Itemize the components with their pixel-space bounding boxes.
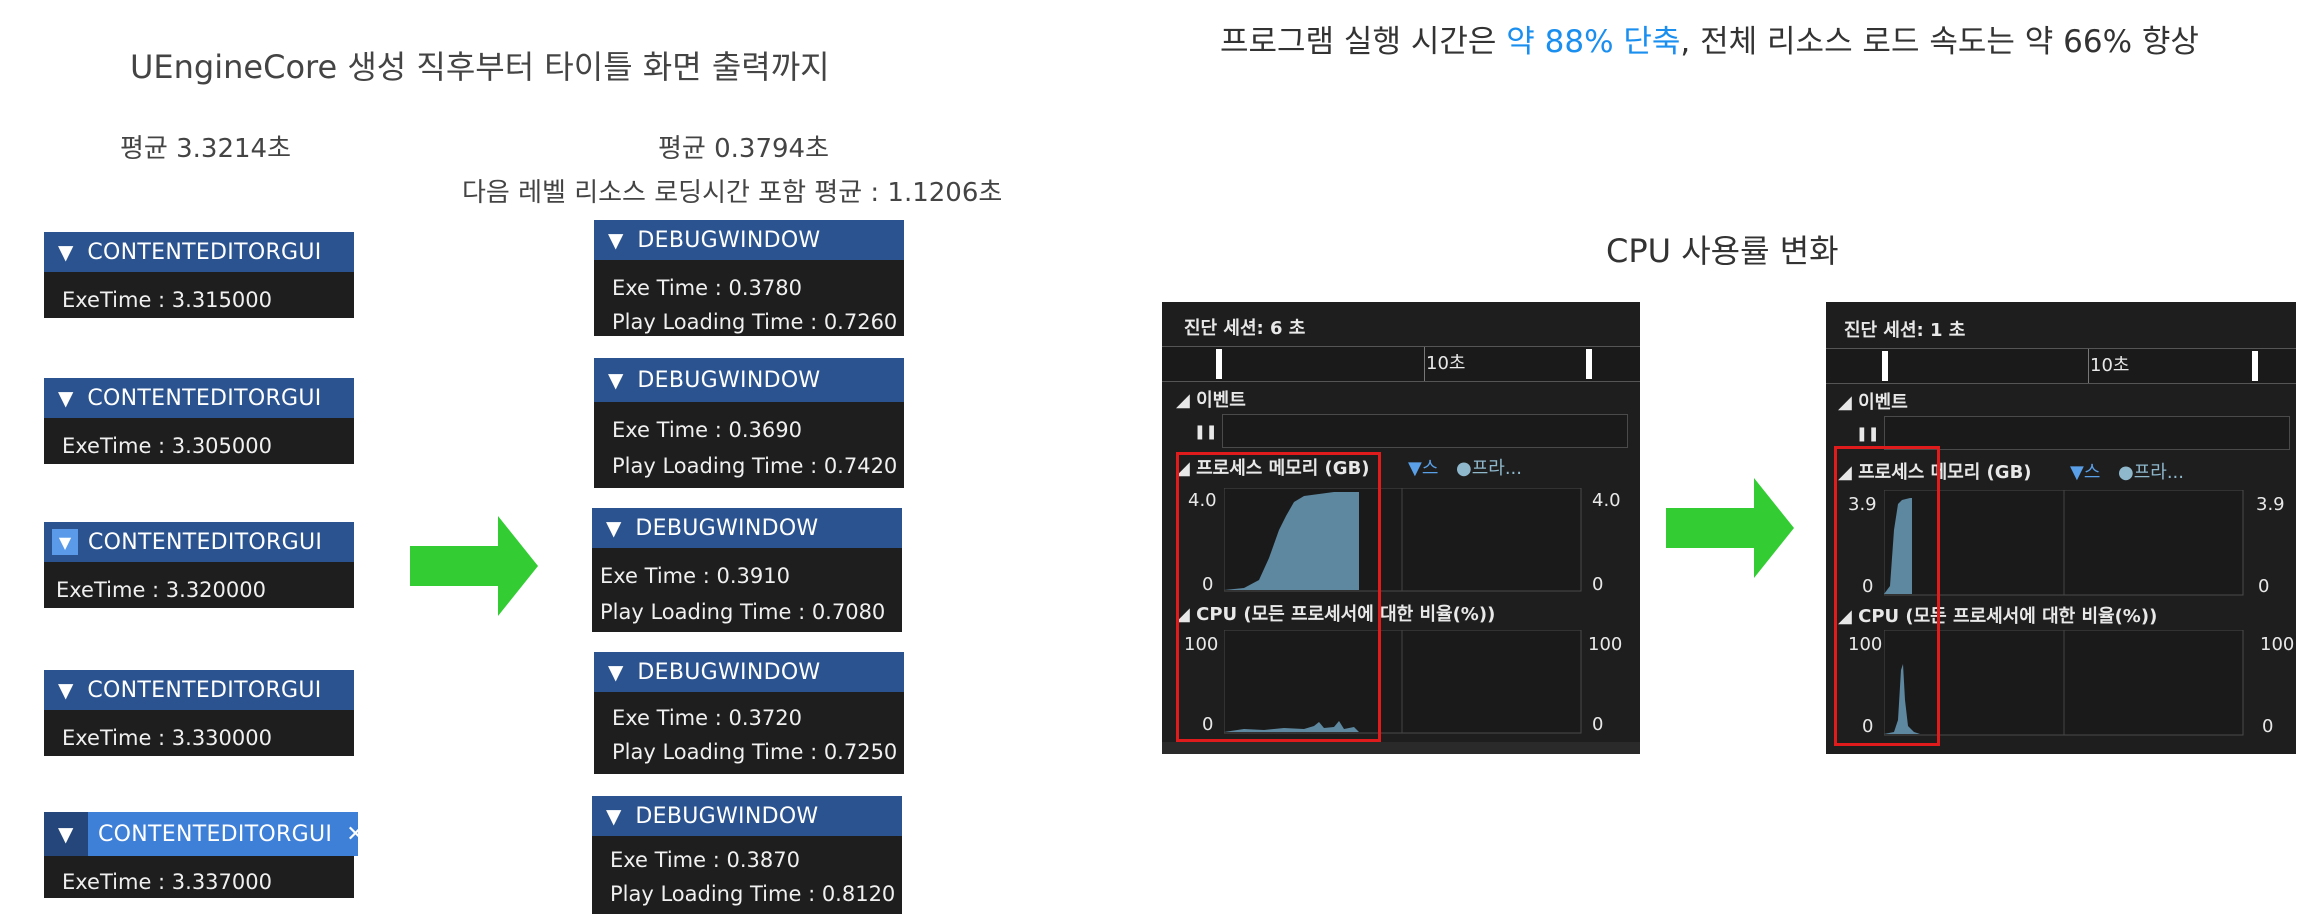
- pause-icon[interactable]: ❚❚: [1856, 426, 1879, 442]
- window-titlebar[interactable]: ▼ CONTENTEDITORGUI: [44, 522, 354, 562]
- headline-highlight: 약 88% 단축: [1506, 24, 1681, 60]
- ruler-tick-label: 10초: [2090, 355, 2130, 376]
- before-window-1: ▼ CONTENTEDITORGUI ExeTime : 3.315000: [44, 232, 354, 318]
- after-window-1: ▼ DEBUGWINDOW Exe Time : 0.3780 Play Loa…: [594, 220, 904, 336]
- window-title: CONTENTEDITORGUI: [88, 529, 323, 555]
- ruler-tick-label: 10초: [1426, 353, 1466, 374]
- events-track: [1222, 414, 1628, 448]
- window-titlebar[interactable]: ▼ CONTENTEDITORGUI: [44, 232, 354, 272]
- timeline-handle-start[interactable]: [1882, 351, 1888, 381]
- after-loading-note: 다음 레벨 리소스 로딩시간 포함 평균 : 1.1206초: [462, 178, 1003, 208]
- exe-time: ExeTime : 3.330000: [62, 726, 272, 750]
- play-loading-time: Play Loading Time : 0.8120: [610, 882, 896, 906]
- after-window-2: ▼ DEBUGWINDOW Exe Time : 0.3690 Play Loa…: [594, 358, 904, 488]
- collapse-icon[interactable]: ▼: [58, 386, 73, 410]
- headline: 프로그램 실행 시간은 약 88% 단축, 전체 리소스 로드 속도는 약 66…: [1220, 16, 2199, 61]
- events-track: [1884, 416, 2290, 450]
- collapse-icon[interactable]: ▼: [608, 228, 623, 252]
- exe-time: ExeTime : 3.337000: [62, 870, 272, 894]
- play-loading-time: Play Loading Time : 0.7250: [612, 740, 898, 764]
- window-titlebar[interactable]: ▼ CONTENTEDITORGUI ✕: [44, 812, 365, 856]
- mem-axis-min-right: 0: [2258, 576, 2270, 597]
- timeline-handle-end[interactable]: [1586, 349, 1592, 379]
- after-window-4: ▼ DEBUGWINDOW Exe Time : 0.3720 Play Loa…: [594, 652, 904, 774]
- events-section[interactable]: ◢ 이벤트: [1176, 386, 1246, 412]
- cpu-axis-max-right: 100: [2260, 634, 2295, 655]
- after-average: 평균 0.3794초: [658, 134, 829, 164]
- window-titlebar[interactable]: ▼ CONTENTEDITORGUI: [44, 670, 354, 710]
- before-window-3: ▼ CONTENTEDITORGUI ExeTime : 3.320000: [44, 522, 354, 608]
- close-icon[interactable]: ✕: [346, 822, 364, 847]
- cpu-axis-max-right: 100: [1588, 634, 1623, 655]
- headline-prefix: 프로그램 실행 시간은: [1220, 24, 1507, 60]
- play-loading-time: Play Loading Time : 0.7080: [600, 600, 886, 624]
- collapse-icon[interactable]: ▼: [58, 240, 73, 264]
- session-label: 진단 세션: 1 초: [1844, 320, 1966, 341]
- collapse-icon[interactable]: ▼: [608, 368, 623, 392]
- arrow-right-icon: [410, 516, 538, 616]
- highlight-frame-before: [1176, 452, 1381, 742]
- after-window-3: ▼ DEBUGWINDOW Exe Time : 0.3910 Play Loa…: [592, 508, 902, 632]
- window-title: DEBUGWINDOW: [637, 659, 821, 685]
- collapse-icon[interactable]: ▼: [606, 516, 621, 540]
- exe-time: ExeTime : 3.315000: [62, 288, 272, 312]
- before-window-2: ▼ CONTENTEDITORGUI ExeTime : 3.305000: [44, 378, 354, 464]
- arrow-right-icon: [1666, 478, 1794, 578]
- window-title: CONTENTEDITORGUI: [98, 821, 333, 847]
- window-titlebar[interactable]: ▼ DEBUGWINDOW: [594, 220, 904, 260]
- mem-axis-min-right: 0: [1592, 574, 1604, 595]
- horizontal-scrollbar[interactable]: [1162, 742, 1640, 754]
- before-average: 평균 3.3214초: [120, 134, 291, 164]
- collapse-icon[interactable]: ▼: [608, 660, 623, 684]
- headline-suffix: , 전체 리소스 로드 속도는 약 66% 향상: [1680, 24, 2199, 60]
- comparison-title: UEngineCore 생성 직후부터 타이틀 화면 출력까지: [130, 48, 830, 86]
- window-titlebar[interactable]: ▼ DEBUGWINDOW: [592, 508, 902, 548]
- active-tab[interactable]: CONTENTEDITORGUI ✕: [88, 812, 365, 856]
- legend-private[interactable]: ●프라...: [2118, 458, 2184, 484]
- window-titlebar[interactable]: ▼ DEBUGWINDOW: [592, 796, 902, 836]
- exe-time: Exe Time : 0.3870: [610, 848, 800, 872]
- exe-time: Exe Time : 0.3720: [612, 706, 802, 730]
- timeline-handle-start[interactable]: [1216, 349, 1222, 379]
- play-loading-time: Play Loading Time : 0.7260: [612, 310, 898, 334]
- cpu-axis-min-right: 0: [2262, 716, 2274, 737]
- exe-time: ExeTime : 3.305000: [62, 434, 272, 458]
- collapse-icon[interactable]: ▼: [606, 804, 621, 828]
- exe-time: Exe Time : 0.3690: [612, 418, 802, 442]
- collapse-icon[interactable]: ▼: [58, 822, 73, 846]
- pause-icon[interactable]: ❚❚: [1194, 424, 1217, 440]
- window-title: CONTENTEDITORGUI: [87, 677, 322, 703]
- timeline-ruler[interactable]: 10초: [1162, 346, 1640, 382]
- mem-axis-max-right: 3.9: [2256, 494, 2285, 515]
- mem-axis-max-right: 4.0: [1592, 490, 1621, 511]
- cpu-axis-min-right: 0: [1592, 714, 1604, 735]
- after-window-5: ▼ DEBUGWINDOW Exe Time : 0.3870 Play Loa…: [592, 796, 902, 914]
- legend-snapshot[interactable]: ▼스: [1408, 454, 1438, 480]
- window-title: DEBUGWINDOW: [637, 367, 821, 393]
- before-window-4: ▼ CONTENTEDITORGUI ExeTime : 3.330000: [44, 670, 354, 756]
- exe-time: Exe Time : 0.3910: [600, 564, 790, 588]
- collapse-icon[interactable]: ▼: [58, 678, 73, 702]
- collapse-icon[interactable]: ▼: [52, 529, 78, 555]
- window-titlebar[interactable]: ▼ DEBUGWINDOW: [594, 652, 904, 692]
- play-loading-time: Play Loading Time : 0.7420: [612, 454, 898, 478]
- cpu-usage-title: CPU 사용률 변화: [1606, 232, 1839, 270]
- legend-private[interactable]: ●프라...: [1456, 454, 1522, 480]
- exe-time: ExeTime : 3.320000: [56, 578, 266, 602]
- window-title: CONTENTEDITORGUI: [87, 239, 322, 265]
- window-title: CONTENTEDITORGUI: [87, 385, 322, 411]
- highlight-frame-after: [1834, 446, 1940, 746]
- window-titlebar[interactable]: ▼ CONTENTEDITORGUI: [44, 378, 354, 418]
- before-window-5: ▼ CONTENTEDITORGUI ✕ ExeTime : 3.337000: [44, 812, 365, 898]
- window-titlebar[interactable]: ▼ DEBUGWINDOW: [594, 358, 904, 402]
- window-title: DEBUGWINDOW: [637, 227, 821, 253]
- legend-snapshot[interactable]: ▼스: [2070, 458, 2100, 484]
- events-section[interactable]: ◢ 이벤트: [1838, 388, 1908, 414]
- session-label: 진단 세션: 6 초: [1184, 318, 1306, 339]
- timeline-handle-end[interactable]: [2252, 351, 2258, 381]
- window-title: DEBUGWINDOW: [635, 803, 819, 829]
- timeline-ruler[interactable]: 10초: [1826, 348, 2296, 384]
- window-title: DEBUGWINDOW: [635, 515, 819, 541]
- exe-time: Exe Time : 0.3780: [612, 276, 802, 300]
